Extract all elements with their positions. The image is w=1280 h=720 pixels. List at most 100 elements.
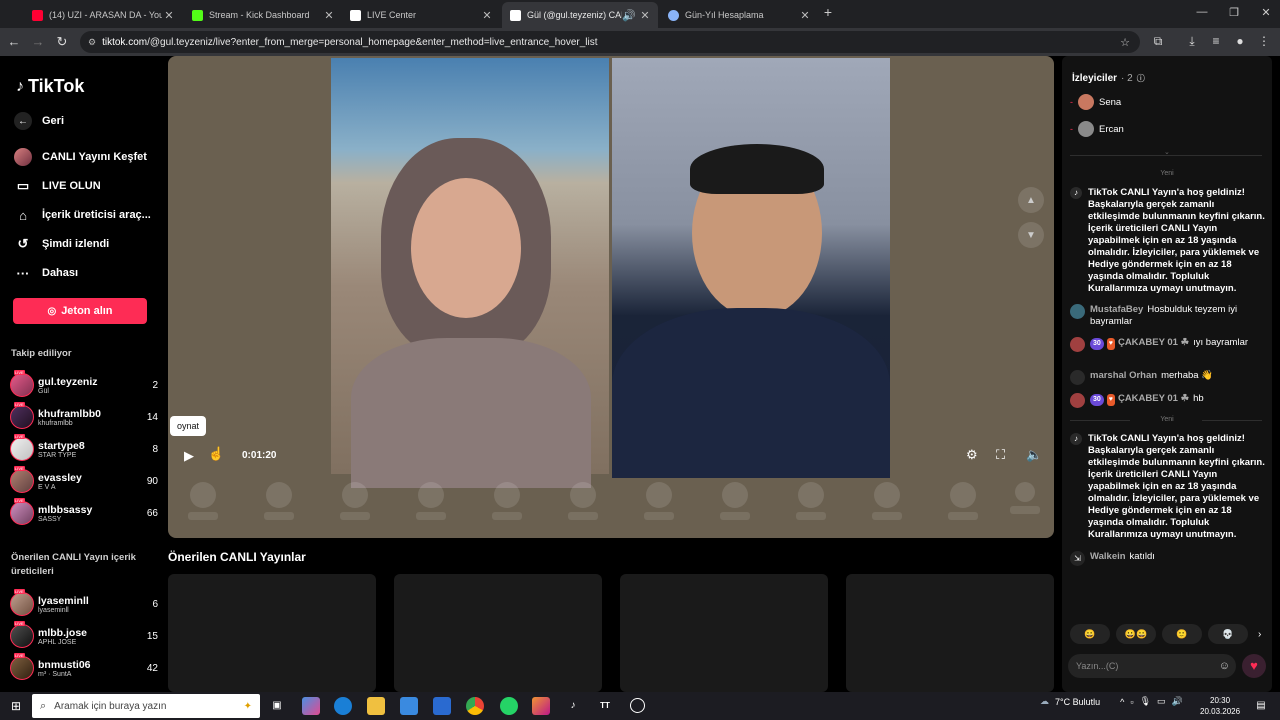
tab-youtube[interactable]: (14) UZI - ARASAN DA - YouTube ✕ <box>24 2 182 28</box>
chat-username[interactable]: Walkein <box>1090 551 1126 562</box>
gift-placeholder[interactable] <box>416 482 446 522</box>
chat-message[interactable]: 30 ♥ ÇAKABEY 01 ☘ ıyı bayramlar <box>1070 337 1268 352</box>
mic-tray-icon[interactable]: 🎙 <box>1140 696 1151 707</box>
following-item[interactable]: khuframlbb0khuframlbb 14 <box>10 402 160 431</box>
emoji-icon[interactable]: ☺ <box>1219 660 1230 672</box>
following-item[interactable]: startype8STAR TYPE 8 <box>10 434 160 463</box>
recommended-card[interactable] <box>620 574 828 692</box>
tab-tiktok-live[interactable]: Gül (@gul.teyzeniz) CANLI Yayın 🔊 ✕ <box>502 2 658 28</box>
address-bar[interactable]: ⚙ tiktok.com/@gul.teyzeniz/live?enter_fr… <box>80 31 1140 53</box>
store-icon[interactable] <box>400 697 418 715</box>
new-tab-button[interactable]: + <box>818 4 838 20</box>
bookmark-star-icon[interactable]: ☆ <box>1120 36 1130 49</box>
get-coins-button[interactable]: ◎ Jeton alın <box>13 298 147 324</box>
media-control-icon[interactable]: ≡ <box>1208 34 1224 48</box>
gift-placeholder[interactable] <box>340 482 370 522</box>
instagram-icon[interactable] <box>532 697 550 715</box>
network-icon[interactable]: ▭ <box>1157 696 1166 707</box>
live-video-player[interactable]: ▲ ▼ oynat ▶ ☝ 0:01:20 ⚙ ⛶ 🔈 <box>168 56 1054 538</box>
quick-reaction[interactable]: 😀 <box>1070 624 1110 644</box>
sidebar-item-go-live[interactable]: ▭ LIVE OLUN <box>14 177 101 195</box>
chevron-right-icon[interactable]: › <box>1258 629 1261 640</box>
edge-icon[interactable] <box>334 697 352 715</box>
sidebar-item-history[interactable]: ↺ Şimdi izlendi <box>14 235 110 253</box>
restore-button[interactable]: ❐ <box>1224 6 1244 19</box>
sidebar-item-live-explore[interactable]: CANLI Yayını Keşfet <box>14 148 147 166</box>
gift-placeholder[interactable] <box>872 482 902 522</box>
camera-tray-icon[interactable]: ▫ <box>1130 697 1133 707</box>
profile-avatar[interactable]: ● <box>1232 34 1248 48</box>
play-button[interactable]: ▶ <box>184 448 194 464</box>
volume-icon[interactable]: 🔈 <box>1026 447 1042 463</box>
gift-placeholder[interactable] <box>188 482 218 522</box>
following-item[interactable]: mlbbsassySASSY 66 <box>10 498 160 527</box>
window-close-button[interactable]: ✕ <box>1256 6 1276 19</box>
minimize-button[interactable]: — <box>1192 6 1212 18</box>
gift-placeholder[interactable] <box>796 482 826 522</box>
notifications-icon[interactable]: ▤ <box>1252 697 1270 715</box>
extensions-icon[interactable]: ⧉ <box>1150 34 1166 49</box>
info-icon[interactable]: ⓘ <box>1137 73 1145 84</box>
site-info-icon[interactable]: ⚙ <box>88 37 96 48</box>
recommended-card[interactable] <box>846 574 1054 692</box>
tray-chevron-icon[interactable]: ^ <box>1120 697 1124 707</box>
sidebar-item-creator-tools[interactable]: ⌂ İçerik üreticisi araç... <box>14 206 151 224</box>
next-stream-button[interactable]: ▼ <box>1018 222 1044 248</box>
chat-username[interactable]: ÇAKABEY 01 ☘ <box>1118 393 1189 404</box>
speaker-tray-icon[interactable]: 🔊 <box>1172 696 1183 707</box>
mail-icon[interactable] <box>433 697 451 715</box>
chat-message[interactable]: MustafaBey Hosbulduk teyzem iyi bayramlar <box>1070 304 1268 328</box>
close-icon[interactable]: ✕ <box>480 9 494 22</box>
quick-reaction[interactable]: 😀😀 <box>1116 624 1156 644</box>
menu-icon[interactable]: ⋮ <box>1256 34 1272 48</box>
gift-placeholder[interactable] <box>264 482 294 522</box>
fullscreen-icon[interactable]: ⛶ <box>996 447 1005 463</box>
chat-username[interactable]: MustafaBey <box>1090 304 1143 315</box>
back-icon[interactable]: ← <box>6 34 22 49</box>
recommended-card[interactable] <box>394 574 602 692</box>
tiktok-app-icon[interactable]: ♪ <box>564 697 582 715</box>
previous-stream-button[interactable]: ▲ <box>1018 187 1044 213</box>
close-icon[interactable]: ✕ <box>322 9 336 22</box>
tab-calculator[interactable]: Gün-Yıl Hesaplama ✕ <box>660 2 818 28</box>
clock[interactable]: 20:30 20.03.2026 <box>1200 695 1240 717</box>
speaker-icon[interactable]: 🔊 <box>622 9 636 22</box>
close-icon[interactable]: ✕ <box>638 9 652 22</box>
viewer-item[interactable]: - Sena <box>1070 94 1121 110</box>
gift-placeholder[interactable] <box>568 482 598 522</box>
tiktok-logo[interactable]: ♪ TikTok <box>16 76 84 97</box>
suggested-item[interactable]: bnmusti06m³ · SuntA 42 <box>10 653 160 682</box>
gift-placeholder[interactable] <box>1010 482 1040 522</box>
chat-message[interactable]: 30 ♥ ÇAKABEY 01 ☘ hb <box>1070 393 1268 408</box>
tab-live-center[interactable]: LIVE Center ✕ <box>342 2 500 28</box>
recommended-card[interactable] <box>168 574 376 692</box>
whatsapp-icon[interactable] <box>500 697 518 715</box>
tidal-icon[interactable]: TT <box>596 697 614 715</box>
sidebar-item-more[interactable]: ··· Dahası <box>14 264 79 282</box>
following-item[interactable]: evassleyE V A 90 <box>10 466 160 495</box>
like-button[interactable]: ♥ <box>1242 654 1266 678</box>
chat-username[interactable]: ÇAKABEY 01 ☘ <box>1118 337 1189 348</box>
taskbar-search[interactable]: ⌕ Aramak için buraya yazın ✦ <box>32 694 260 718</box>
chat-username[interactable]: marshal Orhan <box>1090 370 1157 381</box>
gift-placeholder[interactable] <box>720 482 750 522</box>
tab-kick[interactable]: Stream - Kick Dashboard ✕ <box>184 2 342 28</box>
chat-message[interactable]: marshal Orhan merhaba 👋 <box>1070 370 1268 385</box>
viewer-item[interactable]: - Ercan <box>1070 121 1124 137</box>
quick-reaction[interactable]: 💀 <box>1208 624 1248 644</box>
sidebar-item-back[interactable]: ← Geri <box>14 112 64 130</box>
windows-start-icon[interactable]: ⊞ <box>7 697 25 715</box>
chrome-icon[interactable] <box>466 697 484 715</box>
settings-icon[interactable]: ⚙ <box>966 447 978 463</box>
suggested-item[interactable]: lyaseminlllyaseminll 6 <box>10 589 160 618</box>
download-icon[interactable]: ⤓ <box>1184 34 1200 49</box>
gift-placeholder[interactable] <box>492 482 522 522</box>
task-view-icon[interactable]: ▣ <box>268 697 286 715</box>
copilot-icon[interactable] <box>302 697 320 715</box>
gift-placeholder[interactable] <box>948 482 978 522</box>
suggested-item[interactable]: mlbb.joseAPHL JOSE 15 <box>10 621 160 650</box>
close-icon[interactable]: ✕ <box>798 9 812 22</box>
forward-icon[interactable]: → <box>30 34 46 49</box>
chat-input[interactable]: Yazın...(C) ☺ <box>1068 654 1236 678</box>
file-explorer-icon[interactable] <box>367 697 385 715</box>
